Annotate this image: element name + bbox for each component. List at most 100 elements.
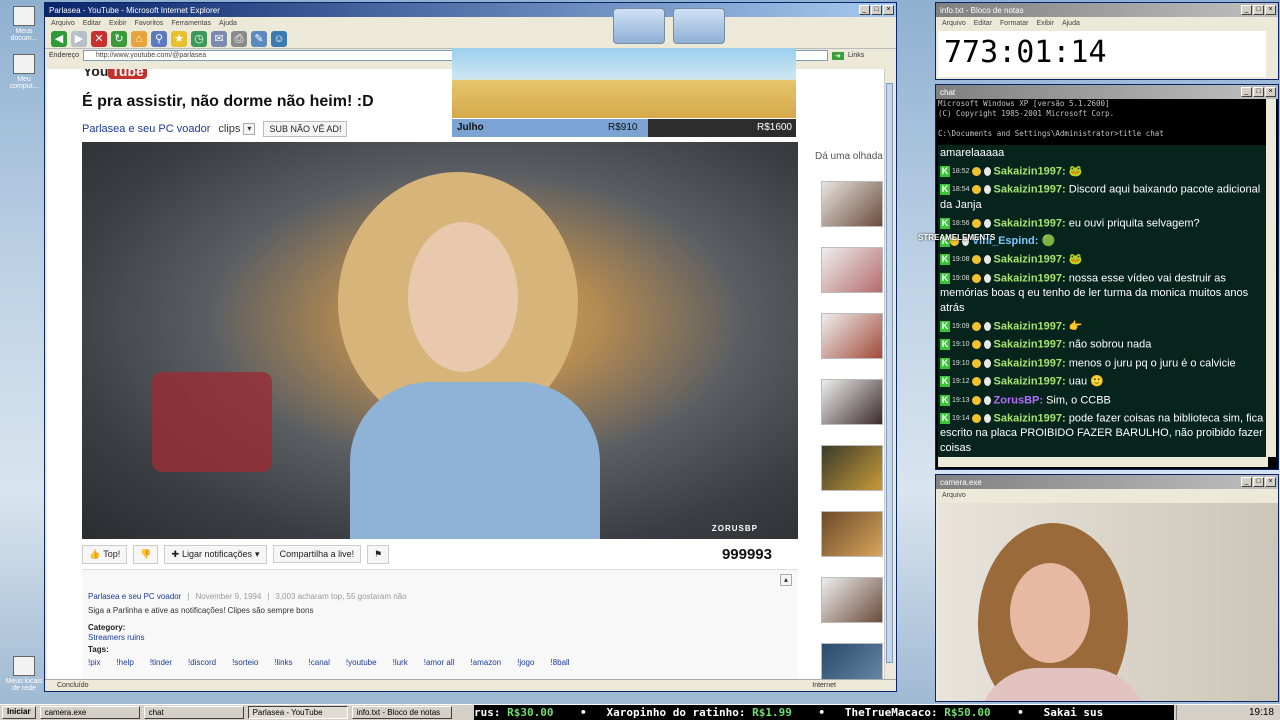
- taskbar-item-browser[interactable]: Parlasea - YouTube: [247, 706, 348, 719]
- menu-file[interactable]: Arquivo: [942, 492, 966, 499]
- chat-username[interactable]: Sakaizin1997:: [994, 184, 1066, 196]
- menu-edit[interactable]: Editar: [83, 20, 101, 27]
- chat-horizontal-scrollbar[interactable]: [938, 457, 1268, 467]
- share-button[interactable]: Compartilha a live!: [272, 545, 362, 563]
- refresh-icon[interactable]: ↻: [111, 30, 127, 47]
- subscribe-button[interactable]: SUB NÃO VÊ AD!: [263, 121, 348, 137]
- back-icon[interactable]: ◀: [51, 30, 67, 47]
- tag-link[interactable]: !canal: [309, 658, 330, 667]
- favorites-star-icon[interactable]: ★: [171, 30, 187, 47]
- notepad-titlebar[interactable]: info.txt - Bloco de notas _ □ ×: [936, 3, 1278, 17]
- flag-button[interactable]: ⚑: [367, 544, 390, 564]
- maximize-button[interactable]: □: [1253, 5, 1264, 15]
- notify-button[interactable]: ✚ Ligar notificações ▾: [164, 544, 267, 564]
- related-video-thumbnail[interactable]: [821, 577, 883, 623]
- menu-file[interactable]: Arquivo: [51, 20, 75, 27]
- messenger-icon[interactable]: ☺: [271, 30, 287, 47]
- tag-link[interactable]: !youtube: [346, 658, 377, 667]
- menu-favorites[interactable]: Favoritos: [135, 20, 164, 27]
- tag-link[interactable]: !8ball: [550, 658, 569, 667]
- menu-file[interactable]: Arquivo: [942, 20, 966, 27]
- chat-username[interactable]: Sakaizin1997:: [994, 165, 1066, 177]
- chat-titlebar[interactable]: chat _ □ ×: [936, 85, 1278, 99]
- chat-vertical-scrollbar[interactable]: [1266, 99, 1276, 457]
- tag-link[interactable]: !links: [274, 658, 292, 667]
- tag-link[interactable]: !jogo: [517, 658, 534, 667]
- notepad-scrollbar[interactable]: [1266, 31, 1276, 77]
- mail-icon[interactable]: ✉: [211, 30, 227, 47]
- maximize-button[interactable]: □: [871, 5, 882, 15]
- related-video-thumbnail[interactable]: [821, 379, 883, 425]
- chat-username[interactable]: Sakaizin1997:: [994, 217, 1066, 229]
- tag-link[interactable]: !amor all: [424, 658, 455, 667]
- chat-username[interactable]: Sakaizin1997:: [994, 272, 1066, 284]
- browser-titlebar[interactable]: Parlasea - YouTube - Microsoft Internet …: [45, 3, 896, 17]
- menu-view[interactable]: Exibir: [109, 20, 127, 27]
- forward-icon[interactable]: ▶: [71, 30, 87, 47]
- tag-link[interactable]: !discord: [188, 658, 216, 667]
- menu-view[interactable]: Exibir: [1036, 20, 1054, 27]
- search-icon[interactable]: ⚲: [151, 30, 167, 47]
- tag-link[interactable]: !help: [116, 658, 133, 667]
- related-video-thumbnail[interactable]: [821, 445, 883, 491]
- related-video-thumbnail[interactable]: [821, 181, 883, 227]
- close-button[interactable]: ×: [1265, 477, 1276, 487]
- go-arrow-icon[interactable]: ➜: [831, 51, 844, 60]
- history-icon[interactable]: ◷: [191, 30, 207, 47]
- related-video-thumbnail[interactable]: [821, 511, 883, 557]
- related-video-thumbnail[interactable]: [821, 643, 883, 679]
- chat-username[interactable]: ZorusBP:: [994, 394, 1044, 406]
- minimize-button[interactable]: _: [859, 5, 870, 15]
- page-scrollbar[interactable]: [884, 69, 894, 679]
- chat-username[interactable]: Sakaizin1997:: [994, 339, 1066, 351]
- edit-icon[interactable]: ✎: [251, 30, 267, 47]
- minimize-button[interactable]: _: [1241, 477, 1252, 487]
- tag-link[interactable]: !pix: [88, 658, 100, 667]
- menu-tools[interactable]: Ferramentas: [171, 20, 211, 27]
- home-icon[interactable]: ⌂: [131, 30, 147, 47]
- scrollbar-thumb[interactable]: [886, 83, 893, 663]
- close-button[interactable]: ×: [883, 5, 894, 15]
- desktop-app-icon[interactable]: [673, 8, 725, 44]
- related-video-thumbnail[interactable]: [821, 313, 883, 359]
- chat-username[interactable]: Sakaizin1997:: [994, 320, 1066, 332]
- menu-help[interactable]: Ajuda: [219, 20, 237, 27]
- chat-username[interactable]: Sakaizin1997:: [994, 412, 1066, 424]
- start-button[interactable]: Iniciar: [2, 706, 36, 719]
- chat-username[interactable]: Sakaizin1997:: [994, 254, 1066, 266]
- youtube-logo[interactable]: You Tube: [83, 69, 147, 79]
- minimize-button[interactable]: _: [1241, 5, 1252, 15]
- channel-link[interactable]: Parlasea e seu PC voador: [82, 123, 210, 135]
- collapse-chevron-icon[interactable]: ▴: [780, 574, 792, 586]
- dislike-button[interactable]: 👎: [133, 544, 159, 564]
- menu-format[interactable]: Formatar: [1000, 20, 1028, 27]
- tag-link[interactable]: !sorteio: [232, 658, 258, 667]
- tag-link[interactable]: !lurk: [393, 658, 408, 667]
- menu-help[interactable]: Ajuda: [1062, 20, 1080, 27]
- stop-icon[interactable]: ✕: [91, 30, 107, 47]
- taskbar-item-notepad[interactable]: info.txt - Bloco de notas: [351, 706, 452, 719]
- camera-titlebar[interactable]: camera.exe _ □ ×: [936, 475, 1278, 489]
- desktop-app-icon[interactable]: [613, 8, 665, 44]
- taskbar-item-chat[interactable]: chat: [143, 706, 244, 719]
- close-button[interactable]: ×: [1265, 5, 1276, 15]
- links-button[interactable]: Links: [848, 52, 864, 59]
- chat-username[interactable]: Sakaizin1997:: [994, 357, 1066, 369]
- related-video-thumbnail[interactable]: [821, 247, 883, 293]
- clips-dropdown[interactable]: clips ▾: [218, 123, 256, 135]
- desktop-icon-network[interactable]: Meus locais de rede: [4, 656, 44, 692]
- close-button[interactable]: ×: [1265, 87, 1276, 97]
- chat-username[interactable]: Sakaizin1997:: [994, 376, 1066, 388]
- maximize-button[interactable]: □: [1253, 477, 1264, 487]
- category-link[interactable]: Streamers ruins: [88, 633, 144, 642]
- taskbar-item-camera[interactable]: camera.exe: [39, 706, 140, 719]
- description-channel-link[interactable]: Parlasea e seu PC voador: [88, 592, 181, 601]
- maximize-button[interactable]: □: [1253, 87, 1264, 97]
- tag-link[interactable]: !tinder: [150, 658, 172, 667]
- desktop-icon-my-documents[interactable]: Meus docum...: [4, 6, 44, 42]
- menu-edit[interactable]: Editar: [974, 20, 992, 27]
- like-button[interactable]: 👍 Top!: [82, 544, 128, 564]
- desktop-icon-my-computer[interactable]: Meu comput...: [4, 54, 44, 90]
- tag-link[interactable]: !amazon: [470, 658, 501, 667]
- minimize-button[interactable]: _: [1241, 87, 1252, 97]
